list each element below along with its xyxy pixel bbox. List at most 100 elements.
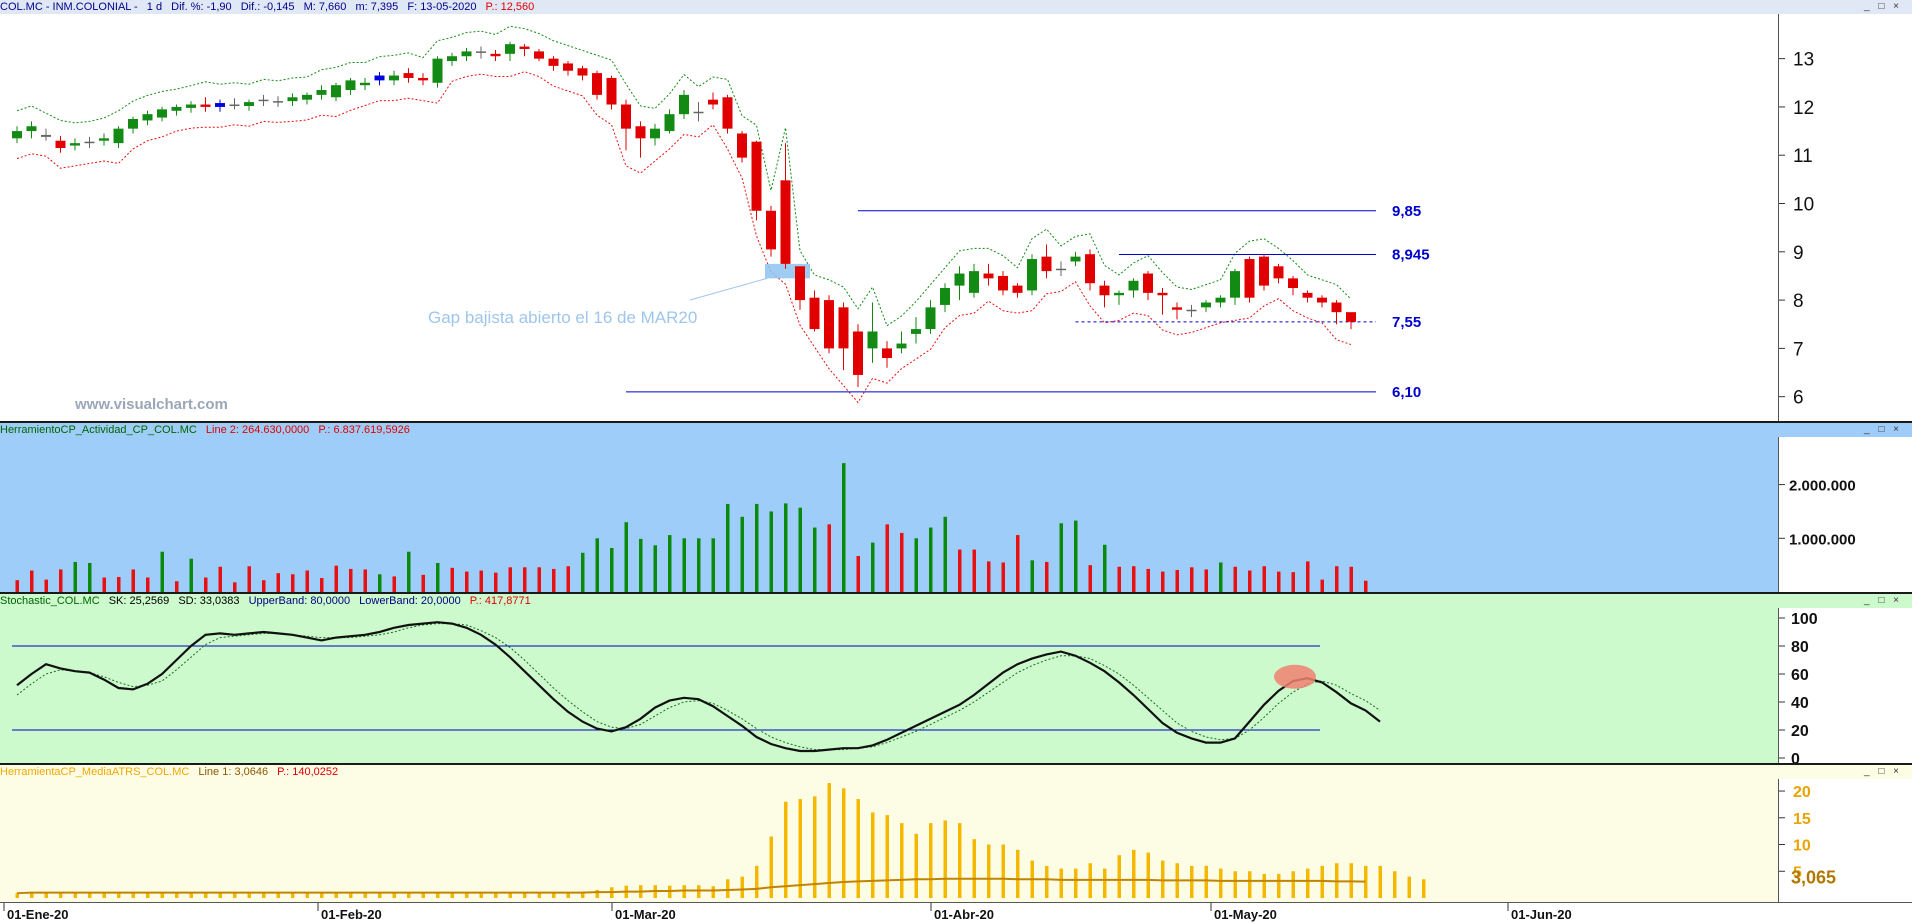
volume-bar xyxy=(1320,579,1324,592)
atr-axis-svg: 51015203,065 xyxy=(1779,784,1836,888)
candle-body xyxy=(258,99,269,102)
stochastic-panel[interactable]: Stochastic_COL.MC SK: 25,2569 SD: 33,038… xyxy=(0,594,1912,768)
volume-bar xyxy=(784,503,788,592)
atr-bar xyxy=(1059,868,1063,898)
atr-bar xyxy=(1248,871,1252,898)
candle-body xyxy=(229,104,240,107)
volume-bar xyxy=(1335,566,1339,592)
candle-body xyxy=(969,271,979,293)
atr-bar xyxy=(697,885,701,898)
candle-body xyxy=(998,275,1008,291)
stochastic-plot-area[interactable] xyxy=(0,594,1778,764)
volume-bar xyxy=(1059,523,1063,592)
candle-body xyxy=(186,104,196,108)
stoch-tick-label: 100 xyxy=(1791,611,1818,628)
atr-bar xyxy=(1045,865,1049,898)
atr-bar xyxy=(1204,865,1208,898)
window-controls[interactable]: _ □ × xyxy=(1864,765,1902,779)
volume-bar xyxy=(30,570,34,592)
volume-bar xyxy=(421,574,425,592)
volume-bar xyxy=(320,578,324,592)
level-label: 6,10 xyxy=(1392,384,1421,401)
atr-indicator-name: HerramientaCP_MediaATRS_COL.MC xyxy=(0,766,190,778)
volume-bar xyxy=(798,507,802,592)
price-panel[interactable]: COL.MC - INM.COLONIAL - 1 d Dif. %: -1,9… xyxy=(0,0,1912,422)
atr-plot-area[interactable] xyxy=(0,765,1778,902)
window-controls[interactable]: _ □ × xyxy=(1864,423,1902,437)
candle-body xyxy=(171,106,182,111)
candle-body xyxy=(418,77,428,81)
stoch-p-label: P.: 417,8771 xyxy=(469,595,531,607)
candle-body xyxy=(1056,268,1066,271)
volume-line-label: Line 2: 264.630,0000 xyxy=(205,424,310,436)
candle-body xyxy=(389,75,399,81)
candle-body xyxy=(838,307,849,349)
candle-body xyxy=(1041,256,1052,272)
volume-bar xyxy=(1016,535,1020,592)
volume-bar xyxy=(610,547,614,592)
volume-bar xyxy=(189,558,193,592)
volume-bar xyxy=(378,574,382,592)
candle-body xyxy=(940,288,950,305)
volume-bar xyxy=(842,463,846,592)
volume-bar xyxy=(537,567,541,592)
candle-body xyxy=(1288,278,1298,289)
volume-bar xyxy=(711,538,715,592)
volume-bar xyxy=(856,556,860,592)
atr-bar xyxy=(1233,871,1237,898)
atr-last-value: 3,065 xyxy=(1791,868,1836,888)
volume-bar xyxy=(1001,562,1005,592)
candle-body xyxy=(1128,280,1139,291)
candle-body xyxy=(1302,292,1313,298)
candle-body xyxy=(26,126,37,132)
volume-bar xyxy=(1248,570,1252,592)
atr-bar xyxy=(769,836,773,898)
atr-bar xyxy=(682,885,686,898)
volume-bar xyxy=(73,561,77,592)
atr-panel[interactable]: HerramientaCP_MediaATRS_COL.MC Line 1: 3… xyxy=(0,765,1912,902)
volume-bar xyxy=(987,561,991,592)
candle-body xyxy=(461,51,472,57)
atr-bar xyxy=(1393,871,1397,898)
candle-body xyxy=(664,114,675,132)
atr-bar xyxy=(1132,849,1136,898)
price-tick-label: 6 xyxy=(1793,388,1804,409)
volume-plot-area[interactable] xyxy=(0,423,1778,593)
volume-bar xyxy=(972,549,976,592)
candle-body xyxy=(432,58,443,83)
candle-body xyxy=(635,126,646,139)
candle-body xyxy=(505,44,515,54)
stoch-indicator-name: Stochastic_COL.MC xyxy=(0,595,100,607)
atr-y-axis: 5 10 15 20 3,065 xyxy=(1778,765,1912,902)
volume-bar xyxy=(1277,571,1281,592)
window-controls[interactable]: _ □ × xyxy=(1864,0,1902,14)
candle-body xyxy=(331,85,341,98)
atr-line-label: Line 1: 3,0646 xyxy=(198,766,269,778)
volume-bar xyxy=(1030,560,1034,592)
window-controls[interactable]: _ □ × xyxy=(1864,594,1902,608)
candle-body xyxy=(679,94,689,115)
volume-bar xyxy=(1088,565,1092,592)
candle-body xyxy=(534,51,544,59)
volume-panel[interactable]: HerramientoCP_Actividad_CP_COL.MC Line 2… xyxy=(0,423,1912,593)
candle-body xyxy=(1012,285,1023,293)
volume-bar xyxy=(523,567,527,592)
candle-body xyxy=(1172,307,1182,310)
stoch-tick-label: 20 xyxy=(1791,723,1809,740)
candle-body xyxy=(157,109,167,118)
volume-bar xyxy=(566,566,570,592)
stochastic-panel-header: Stochastic_COL.MC SK: 25,2569 SD: 33,038… xyxy=(0,594,1912,608)
atr-bar xyxy=(900,823,904,898)
price-plot-area[interactable]: 9,85 8,945 7,55 6,10 www.visualchart.com Ga… xyxy=(0,0,1778,422)
candle-body xyxy=(1273,266,1284,279)
stochastic-y-axis: 0 20 40 60 80 100 xyxy=(1778,594,1912,768)
atr-bar xyxy=(1320,865,1324,898)
volume-bar xyxy=(102,577,106,592)
level-label: 9,85 xyxy=(1392,203,1421,220)
candle-body xyxy=(824,300,834,349)
stochastic-chart-svg xyxy=(12,621,1381,753)
candle-body xyxy=(722,97,733,129)
candle-body xyxy=(55,140,66,148)
volume-bar xyxy=(581,552,585,592)
candle-body xyxy=(113,128,124,144)
